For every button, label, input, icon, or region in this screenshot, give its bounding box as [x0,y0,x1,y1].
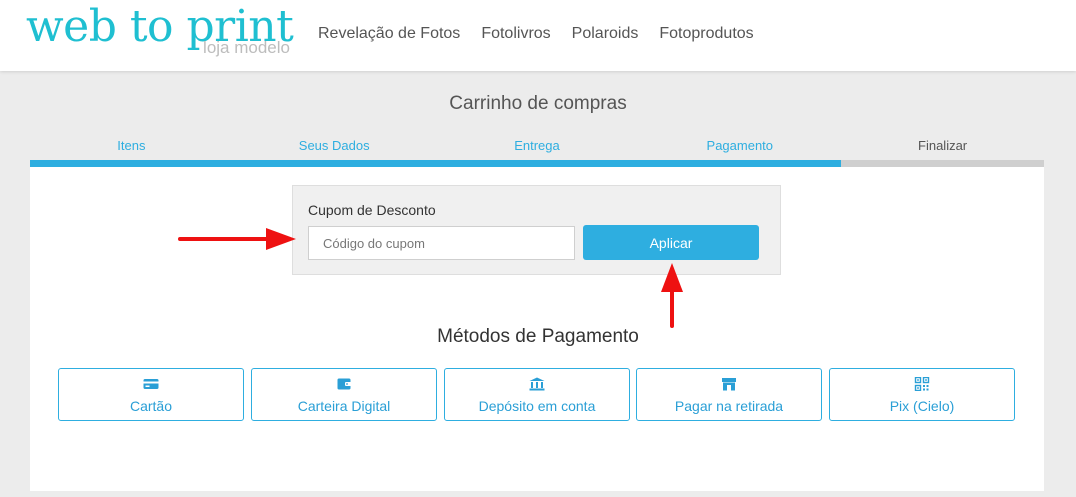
apply-coupon-button[interactable]: Aplicar [583,225,759,260]
payment-method-deposito-em-conta[interactable]: Depósito em conta [444,368,630,421]
payment-methods-list: Cartão Carteira Digital Depósito em cont… [58,368,1015,421]
nav-link-fotoprodutos[interactable]: Fotoprodutos [659,24,753,44]
wallet-icon [252,377,436,391]
payment-method-label: Carteira Digital [297,398,391,414]
step-seus-dados[interactable]: Seus Dados [233,138,436,153]
site-logo[interactable]: web to print loja modelo [26,2,296,64]
step-finalizar: Finalizar [918,138,968,153]
site-header: web to print loja modelo Revelação de Fo… [0,0,1076,71]
qr-code-icon [830,377,1014,391]
step-pagamento[interactable]: Pagamento [638,138,841,153]
coupon-label: Cupom de Desconto [308,202,436,218]
payment-method-label: Pix (Cielo) [889,398,955,414]
coupon-panel: Cupom de Desconto Aplicar [292,185,781,275]
page-title: Carrinho de compras [449,93,627,114]
checkout-progress-fill [30,160,842,167]
payment-method-cartao[interactable]: Cartão [58,368,244,421]
nav-link-polaroids[interactable]: Polaroids [572,24,639,44]
main-nav: Revelação de Fotos Fotolivros Polaroids … [318,24,754,44]
logo-subtitle: loja modelo [203,38,290,57]
checkout-progress-bar [30,160,1044,167]
store-icon [637,377,821,391]
payment-method-label: Depósito em conta [478,398,596,414]
payment-method-label: Pagar na retirada [674,398,784,414]
payment-method-carteira-digital[interactable]: Carteira Digital [251,368,437,421]
step-itens[interactable]: Itens [30,138,233,153]
bank-icon [445,377,629,391]
credit-card-icon [59,377,243,391]
payment-method-pagar-na-retirada[interactable]: Pagar na retirada [636,368,822,421]
coupon-code-input[interactable] [308,226,575,260]
payment-method-label: Cartão [129,398,173,414]
payment-methods-title: Métodos de Pagamento [437,326,639,347]
nav-link-fotolivros[interactable]: Fotolivros [481,24,550,44]
step-entrega[interactable]: Entrega [436,138,639,153]
payment-method-pix-cielo[interactable]: Pix (Cielo) [829,368,1015,421]
nav-link-revelacao-de-fotos[interactable]: Revelação de Fotos [318,24,460,44]
